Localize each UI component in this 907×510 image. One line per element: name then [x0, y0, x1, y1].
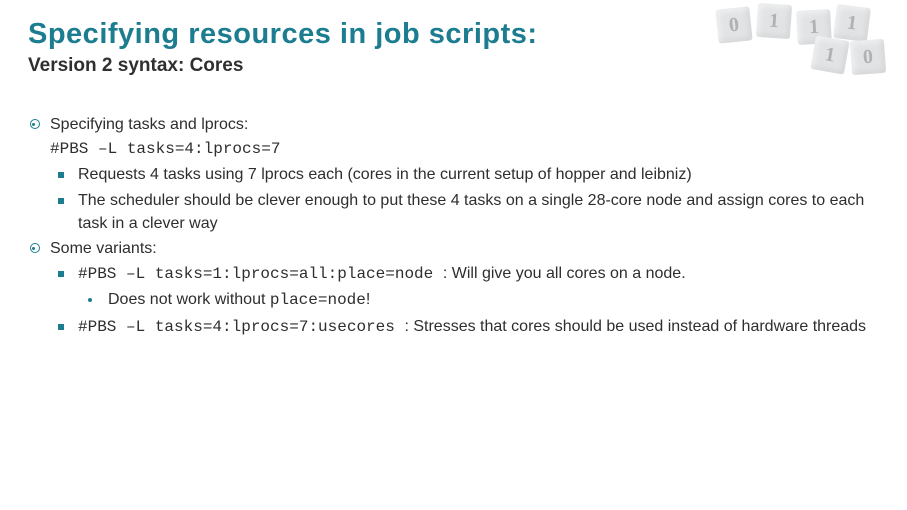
- code-text: place=node: [270, 291, 366, 309]
- cube-icon: 1: [810, 35, 849, 74]
- list-item: Specifying tasks and lprocs:: [30, 113, 879, 136]
- list-item: Requests 4 tasks using 7 lprocs each (co…: [58, 163, 879, 186]
- bullet-square-icon: [58, 163, 78, 185]
- bullet-square-icon: [58, 315, 78, 337]
- list-text: Specifying tasks and lprocs:: [50, 113, 879, 136]
- list-text: #PBS –L tasks=4:lprocs=7:usecores : Stre…: [78, 315, 879, 339]
- cube-icon: 1: [756, 3, 792, 39]
- code-text: #PBS –L tasks=4:lprocs=7: [50, 138, 879, 161]
- content: Specifying tasks and lprocs: #PBS –L tas…: [28, 113, 879, 339]
- bullet-square-icon: [58, 262, 78, 284]
- code-text: #PBS –L tasks=1:lprocs=all:place=node: [78, 265, 443, 283]
- code-line: #PBS –L tasks=4:lprocs=7: [30, 138, 879, 161]
- list-text: Requests 4 tasks using 7 lprocs each (co…: [78, 163, 879, 186]
- list-text: Does not work without place=node!: [108, 288, 879, 312]
- inline-text: Does not work without: [108, 291, 270, 308]
- decorative-cubes: 0 1 1 1 1 0: [713, 4, 893, 74]
- list-item: The scheduler should be clever enough to…: [58, 189, 879, 235]
- list-item: #PBS –L tasks=4:lprocs=7:usecores : Stre…: [58, 315, 879, 339]
- list-item: Does not work without place=node!: [88, 288, 879, 312]
- cube-icon: 0: [850, 39, 886, 75]
- inline-text: : Will give you all cores on a node.: [443, 265, 686, 282]
- cube-icon: 0: [715, 6, 752, 43]
- list-text: The scheduler should be clever enough to…: [78, 189, 879, 235]
- list-item: Some variants:: [30, 237, 879, 260]
- slide: 0 1 1 1 1 0 Specifying resources in job …: [0, 0, 907, 510]
- bullet-target-icon: [30, 113, 50, 135]
- list-text: Some variants:: [50, 237, 879, 260]
- inline-text: !: [366, 291, 370, 308]
- list-text: #PBS –L tasks=1:lprocs=all:place=node : …: [78, 262, 879, 286]
- bullet-square-icon: [58, 189, 78, 211]
- bullet-target-icon: [30, 237, 50, 259]
- bullet-dot-icon: [88, 288, 108, 310]
- cube-icon: 1: [833, 4, 871, 42]
- inline-text: : Stresses that cores should be used ins…: [404, 318, 866, 335]
- code-text: #PBS –L tasks=4:lprocs=7:usecores: [78, 318, 404, 336]
- list-item: #PBS –L tasks=1:lprocs=all:place=node : …: [58, 262, 879, 286]
